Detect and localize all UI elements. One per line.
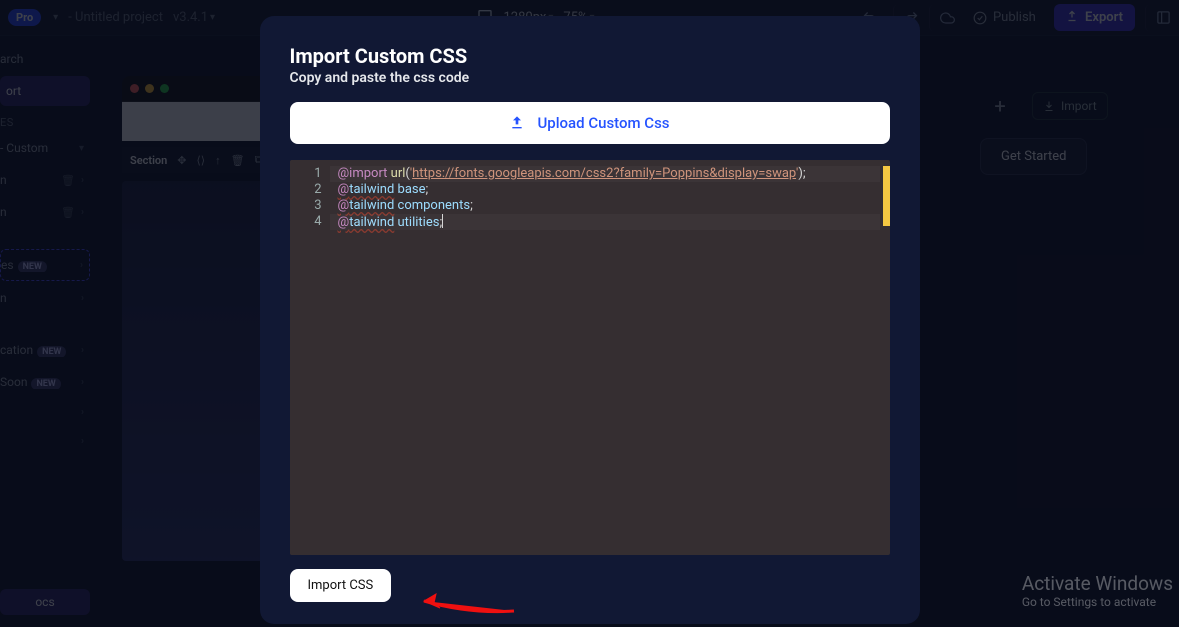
import-css-modal: Import Custom CSS Copy and paste the css…: [260, 16, 920, 624]
upload-icon: [509, 115, 525, 131]
css-editor[interactable]: 1 2 3 4 @import url('https://fonts.googl…: [290, 160, 890, 555]
upload-css-button[interactable]: Upload Custom Css: [290, 102, 890, 144]
import-css-button[interactable]: Import CSS: [290, 569, 392, 602]
upload-label: Upload Custom Css: [537, 114, 669, 132]
modal-subtitle: Copy and paste the css code: [290, 70, 890, 86]
code-area[interactable]: @import url('https://fonts.googleapis.co…: [330, 160, 890, 555]
scroll-indicator: [883, 166, 890, 226]
modal-title: Import Custom CSS: [290, 44, 890, 68]
windows-watermark: Activate Windows Go to Settings to activ…: [1022, 572, 1173, 609]
modal-overlay[interactable]: Import Custom CSS Copy and paste the css…: [0, 0, 1179, 627]
line-gutter: 1 2 3 4: [290, 160, 330, 555]
watermark-title: Activate Windows: [1022, 572, 1173, 595]
watermark-sub: Go to Settings to activate: [1022, 595, 1173, 609]
